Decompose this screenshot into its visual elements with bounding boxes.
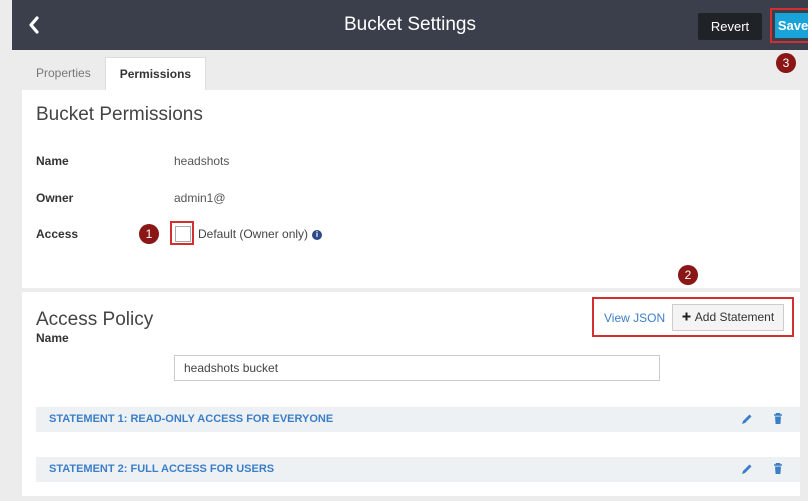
access-default-checkbox[interactable] [175,226,191,242]
access-checkbox-highlight [170,221,194,245]
step-marker-3: 3 [776,53,796,73]
bucket-permissions-panel: Bucket Permissions Name headshots Owner … [22,90,800,288]
owner-label: Owner [36,191,74,205]
pencil-icon[interactable] [740,462,754,476]
add-statement-label: Add Statement [694,310,775,324]
tab-permissions[interactable]: Permissions [104,57,207,90]
name-value: headshots [174,154,230,168]
step-marker-1: 1 [139,224,159,244]
statement-label[interactable]: STATEMENT 2: FULL ACCESS FOR USERS [49,463,274,475]
step-marker-2: 2 [678,265,698,285]
top-bar: Bucket Settings Revert Save [12,0,808,50]
save-highlight: Save [770,8,808,43]
access-option: Default (Owner only) i [198,227,323,241]
add-statement-button[interactable]: Add Statement [672,304,784,331]
info-icon[interactable]: i [312,230,323,240]
access-policy-panel: 2 Access Policy View JSON Add Statement … [22,265,800,496]
name-label: Name [36,154,69,168]
revert-button[interactable]: Revert [698,13,762,40]
section-title: Bucket Permissions [36,104,203,125]
policy-name-input[interactable] [174,355,660,381]
save-button[interactable]: Save [775,13,808,38]
view-json-link[interactable]: View JSON [604,311,665,325]
tab-bar: Properties Permissions [22,57,207,90]
statement-row[interactable]: STATEMENT 1: READ-ONLY ACCESS FOR EVERYO… [36,407,800,432]
trash-icon[interactable] [771,412,785,426]
policy-actions-highlight: View JSON Add Statement [592,297,794,337]
tab-properties[interactable]: Properties [22,57,105,90]
page-title: Bucket Settings [343,14,477,35]
statement-row[interactable]: STATEMENT 2: FULL ACCESS FOR USERS [36,457,800,482]
access-label: Access [36,227,79,241]
access-option-label: Default (Owner only) [198,227,309,241]
pencil-icon[interactable] [740,412,754,426]
plus-icon [682,312,691,321]
section-title: Access Policy [36,309,154,330]
statement-label[interactable]: STATEMENT 1: READ-ONLY ACCESS FOR EVERYO… [49,413,333,425]
policy-name-label: Name [36,331,69,345]
trash-icon[interactable] [771,462,785,476]
owner-value: admin1@ [174,191,226,205]
